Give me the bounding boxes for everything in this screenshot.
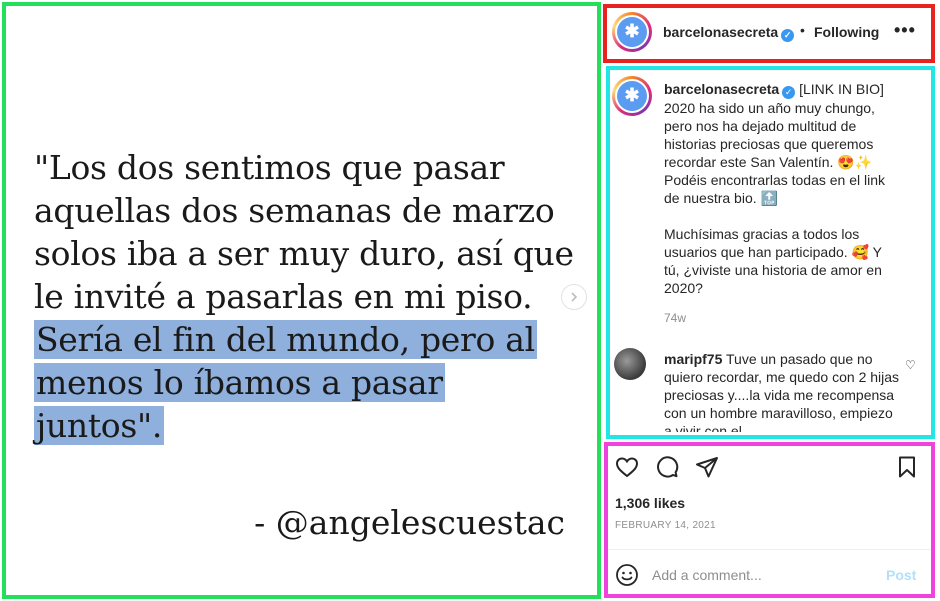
actions-region-frame	[604, 442, 935, 598]
header-region-frame	[603, 4, 935, 63]
comments-region-frame	[606, 66, 935, 439]
image-region-frame	[2, 2, 601, 599]
